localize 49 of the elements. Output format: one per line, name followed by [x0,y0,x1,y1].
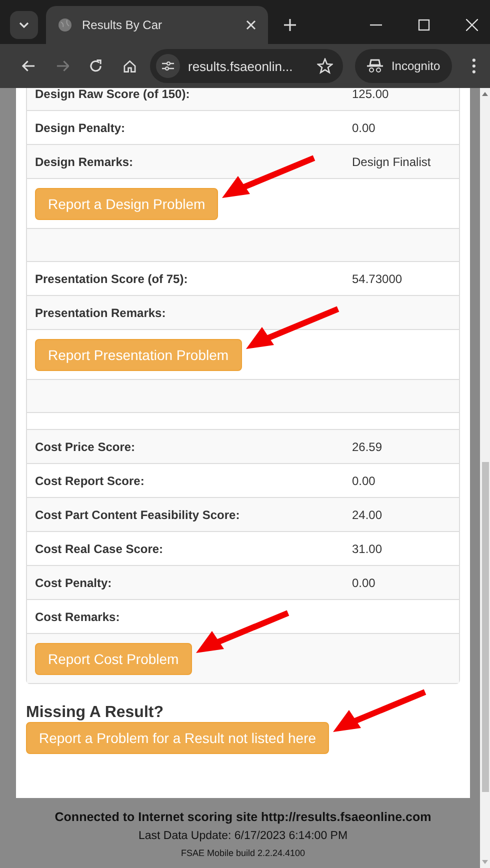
maximize-icon[interactable] [418,19,430,31]
close-icon[interactable] [246,20,256,30]
field-label: Cost Report Score: [35,474,146,488]
field-label: Design Remarks: [35,154,134,168]
close-icon[interactable] [466,19,478,31]
last-update-text: Last Data Update: 6/17/2023 6:14:00 PM [138,830,348,842]
field-value: 31.00 [352,542,382,556]
home-icon[interactable] [122,59,136,73]
field-value: 125.00 [352,88,389,100]
section-heading: Missing A Result? [26,704,164,722]
field-label: Cost Part Content Feasibility Score: [35,508,241,522]
globe-icon [58,18,72,32]
field-label: Design Raw Score (of 150): [35,88,191,100]
report-button[interactable]: Report a Design Problem [35,188,218,220]
site-settings-icon[interactable] [156,54,180,78]
field-value: 0.00 [352,474,376,488]
field-value: 26.59 [352,440,382,454]
scroll-up-icon[interactable] [482,92,488,96]
report-button[interactable]: Report a Problem for a Result not listed here [26,722,330,754]
incognito-button[interactable]: Incognito [355,49,452,83]
build-version: FSAE Mobile build 2.2.24.4100 [180,848,306,858]
field-label: Presentation Remarks: [35,306,167,320]
forward-arrow-icon[interactable] [56,60,69,72]
field-value: 0.00 [352,120,376,134]
incognito-icon [367,59,384,73]
address-bar[interactable]: results.fsaeonlin... [150,49,344,83]
star-icon[interactable] [317,58,334,74]
more-menu-icon[interactable] [472,58,476,74]
reload-icon[interactable] [89,59,102,73]
scrollbar-thumb[interactable] [482,462,488,792]
field-value: Design Finalist [352,154,431,168]
field-value: 0.00 [352,576,376,590]
field-label: Design Penalty: [35,120,126,134]
field-label: Cost Price Score: [35,440,136,454]
new-tab-icon[interactable] [284,19,296,31]
report-button[interactable]: Report Presentation Problem [35,338,242,370]
scrollbar[interactable] [480,88,490,868]
field-value: 24.00 [352,508,382,522]
connection-status: Connected to Internet scoring site http://results.fsaeonline.com [54,810,432,824]
field-label: Presentation Score (of 75): [35,272,189,286]
field-label: Cost Penalty: [35,576,113,590]
field-label: Cost Remarks: [35,610,121,624]
field-label: Cost Real Case Score: [35,542,164,556]
field-value: 54.73000 [352,272,402,286]
back-arrow-icon[interactable] [22,60,36,72]
tab-list-button[interactable] [10,11,38,39]
browser-tab[interactable]: Results By Car [46,6,268,44]
chevron-down-icon [19,22,29,28]
report-button[interactable]: Report Cost Problem [35,642,192,674]
